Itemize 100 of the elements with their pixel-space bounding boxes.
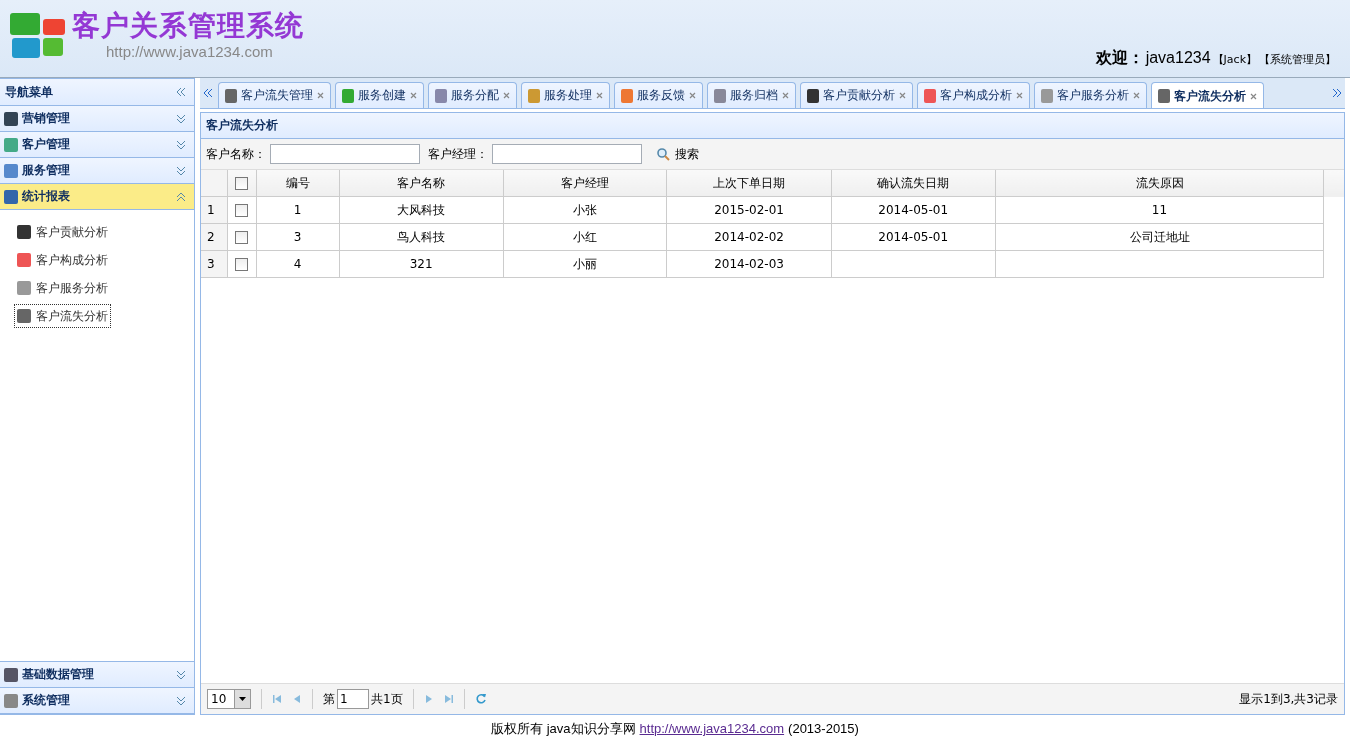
site-url: http://www.java1234.com (105, 43, 274, 60)
accordion-header[interactable]: 服务管理 (0, 158, 194, 184)
column-header[interactable]: 确认流失日期 (831, 170, 996, 197)
tab[interactable]: 服务处理 (521, 82, 610, 108)
page-size-select[interactable]: 10 (207, 689, 251, 709)
table-cell: 321 (339, 250, 504, 278)
menu-item-icon (17, 281, 31, 295)
column-header[interactable]: 客户经理 (503, 170, 667, 197)
tab-icon (621, 88, 633, 103)
copyright-text: 版权所有 java知识分享网 (491, 719, 636, 738)
search-button[interactable]: 搜索 (650, 143, 705, 165)
section-icon (4, 189, 18, 204)
close-icon[interactable] (1250, 92, 1257, 100)
tab[interactable]: 客户贡献分析 (800, 82, 913, 108)
accordion-header[interactable]: 基础数据管理 (0, 662, 194, 688)
table-cell: 2015-02-01 (666, 196, 832, 224)
input-field[interactable] (270, 144, 420, 164)
site-link[interactable]: http://www.java1234.com (639, 721, 785, 736)
tab-icon (1158, 89, 1170, 103)
tab-icon (924, 88, 936, 103)
record-summary: 显示1到3,共3记录 (1239, 690, 1338, 708)
page-number-field[interactable]: 1 (337, 689, 369, 709)
close-icon[interactable] (782, 92, 789, 99)
collapse-icon[interactable] (176, 87, 186, 97)
tab[interactable]: 客户流失分析 (1151, 82, 1264, 108)
first-page-icon[interactable] (272, 694, 282, 704)
accordion-header[interactable]: 系统管理 (0, 688, 194, 714)
tab[interactable]: 客户流失管理 (218, 82, 331, 108)
table-cell: 1 (256, 196, 340, 224)
user-real-name: 【Jack】 (1212, 52, 1257, 67)
table-cell: 2014-02-03 (666, 250, 832, 278)
tab-icon (1041, 88, 1053, 103)
row-checkbox[interactable] (235, 231, 249, 244)
app-title: 客户关系管理系统 (72, 9, 304, 43)
section-icon (4, 163, 18, 178)
refresh-icon[interactable] (474, 693, 487, 705)
scroll-right-icon[interactable] (1332, 88, 1342, 98)
previous-page-icon[interactable] (292, 694, 302, 704)
section-icon (4, 137, 18, 152)
section-icon (4, 111, 18, 126)
menu-item-icon (17, 225, 31, 239)
column-header[interactable]: 编号 (256, 170, 340, 197)
menu-item[interactable]: 客户流失分析 (14, 304, 111, 328)
welcome-label: 欢迎： (1095, 48, 1144, 69)
input-field[interactable] (492, 144, 642, 164)
close-icon[interactable] (596, 92, 603, 99)
sidebar-title: 导航菜单 (5, 83, 53, 101)
search-icon (656, 147, 670, 161)
table-cell: 2014-05-01 (831, 223, 996, 251)
column-header[interactable]: 客户名称 (339, 170, 504, 197)
next-page-icon[interactable] (423, 694, 434, 704)
menu-item[interactable]: 客户服务分析 (14, 276, 111, 300)
chevron-icon (176, 191, 186, 202)
close-icon[interactable] (1016, 92, 1023, 99)
accordion-header[interactable]: 统计报表 (0, 184, 194, 210)
tab[interactable]: 服务创建 (335, 82, 424, 108)
menu-item[interactable]: 客户构成分析 (14, 248, 111, 272)
tab-icon (807, 88, 819, 103)
close-icon[interactable] (689, 92, 696, 99)
close-icon[interactable] (1133, 92, 1140, 99)
scroll-left-icon[interactable] (203, 88, 213, 98)
menu-item[interactable]: 客户贡献分析 (14, 220, 111, 244)
accordion-header[interactable]: 营销管理 (0, 106, 194, 132)
tab[interactable]: 客户构成分析 (917, 82, 1030, 108)
tab-icon (435, 88, 447, 103)
field-label: 客户经理： (428, 145, 488, 163)
close-icon[interactable] (899, 92, 906, 99)
section-icon (4, 693, 18, 708)
tab[interactable]: 服务反馈 (614, 82, 703, 108)
close-icon[interactable] (410, 92, 417, 99)
copyright-years: (2013-2015) (788, 721, 859, 736)
close-icon[interactable] (317, 92, 324, 99)
user-role: 【系统管理员】 (1259, 52, 1336, 67)
table-cell: 鸟人科技 (339, 223, 504, 251)
page-prefix: 第 (323, 690, 335, 708)
section-icon (4, 667, 18, 682)
field-label: 客户名称： (206, 145, 266, 163)
select-all-checkbox[interactable] (235, 177, 249, 190)
table-cell: 公司迁地址 (995, 223, 1324, 251)
last-page-icon[interactable] (443, 694, 454, 704)
table-cell: 2014-05-01 (831, 196, 996, 224)
column-header[interactable]: 上次下单日期 (666, 170, 832, 197)
table-cell: 2014-02-02 (666, 223, 832, 251)
menu-item-icon (17, 309, 31, 323)
tab-icon (714, 88, 726, 103)
tab[interactable]: 服务分配 (428, 82, 517, 108)
accordion-header[interactable]: 客户管理 (0, 132, 194, 158)
tab[interactable]: 客户服务分析 (1034, 82, 1147, 108)
tab[interactable]: 服务归档 (707, 82, 796, 108)
table-cell: 小红 (503, 223, 667, 251)
column-header[interactable]: 流失原因 (995, 170, 1324, 197)
row-number: 3 (201, 250, 228, 278)
row-checkbox[interactable] (235, 258, 249, 271)
row-checkbox[interactable] (235, 204, 249, 217)
table-cell: 4 (256, 250, 340, 278)
menu-item-icon (17, 253, 31, 267)
close-icon[interactable] (503, 92, 510, 99)
chevron-icon (176, 113, 186, 124)
total-pages: 共1页 (371, 690, 403, 708)
table-cell: 小张 (503, 196, 667, 224)
